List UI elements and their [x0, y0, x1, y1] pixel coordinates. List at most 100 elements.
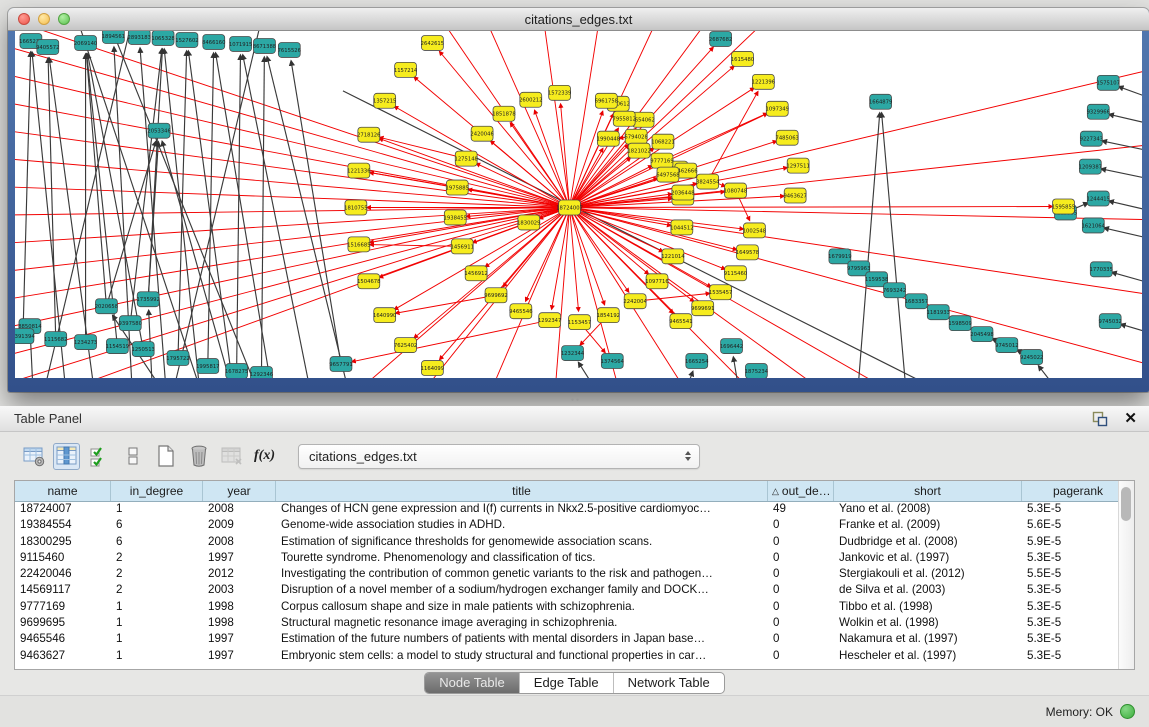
- select-all-button[interactable]: [86, 443, 113, 470]
- network-node-label: 8466160: [202, 40, 225, 46]
- table-row[interactable]: 1872400712008Changes of HCN gene express…: [15, 501, 1119, 517]
- table-cell: 9777169: [15, 599, 111, 615]
- network-edge: [570, 207, 1142, 375]
- network-edge: [855, 113, 880, 378]
- tab-edge-table[interactable]: Edge Table: [519, 673, 613, 693]
- show-columns-button[interactable]: [53, 443, 80, 470]
- network-node-label: 1244415: [1087, 196, 1110, 202]
- network-edge: [393, 207, 570, 378]
- network-edge: [15, 207, 570, 365]
- table-row[interactable]: 946554611997Estimation of the future num…: [15, 631, 1119, 647]
- network-node-label: 7615526: [278, 48, 302, 54]
- network-edge: [86, 54, 106, 306]
- table-row[interactable]: 969969511998Structural magnetic resonanc…: [15, 615, 1119, 631]
- table-cell: Corpus callosum shape and size in male p…: [276, 599, 768, 615]
- network-node-label: 1297511: [786, 163, 809, 169]
- network-node-label: 9699691: [691, 306, 714, 312]
- network-edge: [1102, 141, 1142, 153]
- table-cell: 5.3E-5: [1022, 615, 1119, 631]
- table-cell: Estimation of the future numbers of pati…: [276, 631, 768, 647]
- table-row[interactable]: 1456911722003Disruption of a novel membe…: [15, 582, 1119, 598]
- window-title: citations_edges.txt: [8, 12, 1149, 27]
- table-cell: 1997: [203, 631, 276, 647]
- delete-column-button[interactable]: [185, 443, 212, 470]
- table-cell: 0: [768, 550, 834, 566]
- table-row[interactable]: 911546021997Tourette syndrome. Phenomeno…: [15, 550, 1119, 566]
- network-node-label: 1456912: [464, 271, 487, 277]
- table-cell: Changes of HCN gene expression and I(f) …: [276, 501, 768, 517]
- table-cell: 0: [768, 615, 834, 631]
- column-header-out_de[interactable]: △out_de…: [768, 481, 834, 501]
- network-node-label: 7625402: [394, 343, 417, 349]
- tab-node-table[interactable]: Node Table: [425, 673, 519, 693]
- minimize-window-button[interactable]: [38, 13, 50, 25]
- network-node-label: 2242004: [623, 299, 647, 305]
- network-node-label: 1770335: [1090, 267, 1113, 273]
- column-header-name[interactable]: name: [15, 481, 111, 501]
- table-cell: 0: [768, 517, 834, 533]
- table-cell: 1998: [203, 599, 276, 615]
- network-node-label: 18724007: [556, 205, 583, 211]
- column-header-in_degree[interactable]: in_degree: [111, 481, 203, 501]
- table-cell: Disruption of a novel member of a sodium…: [276, 582, 768, 598]
- network-node-label: 1504678: [357, 279, 380, 285]
- table-cell: 5.9E-5: [1022, 534, 1119, 550]
- panel-splitter[interactable]: [0, 392, 1149, 406]
- network-node-label: 1221396: [752, 80, 776, 86]
- network-node-label: 1115682: [44, 337, 67, 343]
- column-header-short[interactable]: short: [834, 481, 1022, 501]
- table-row[interactable]: 1938455462009Genome-wide association stu…: [15, 517, 1119, 533]
- network-node-label: 1975885: [446, 185, 469, 191]
- network-node-label: 1598509: [948, 321, 971, 327]
- table-row[interactable]: 977716911998Corpus callosum shape and si…: [15, 599, 1119, 615]
- network-node-label: 9463627: [783, 193, 806, 199]
- table-cell: 9699695: [15, 615, 111, 631]
- network-node-label: 1854192: [597, 313, 620, 319]
- network-node-label: 1990448: [597, 137, 620, 143]
- function-builder-button[interactable]: f(x): [251, 443, 278, 470]
- table-cell: 5.3E-5: [1022, 550, 1119, 566]
- close-window-button[interactable]: [18, 13, 30, 25]
- table-cell: Stergiakouli et al. (2012): [834, 566, 1022, 582]
- float-panel-icon[interactable]: [1091, 410, 1108, 427]
- network-node-label: 1678275: [225, 369, 248, 375]
- status-bar: Memory: OK: [0, 695, 1149, 727]
- table-cell: 2008: [203, 534, 276, 550]
- network-node-label: 1640990: [373, 313, 396, 319]
- table-cell: 0: [768, 631, 834, 647]
- table-scrollbar[interactable]: [1118, 481, 1134, 669]
- tab-network-table[interactable]: Network Table: [613, 673, 724, 693]
- table-row[interactable]: 2242004622012Investigating the contribut…: [15, 566, 1119, 582]
- table-cell: Investigating the contribution of common…: [276, 566, 768, 582]
- network-node-label: 1071915: [229, 42, 252, 48]
- network-canvas[interactable]: 1665233940557220691401894561289318310653…: [15, 31, 1142, 378]
- network-node-label: 6961758: [595, 99, 618, 105]
- network-edge: [162, 141, 243, 378]
- table-cell: 1: [111, 501, 203, 517]
- network-node-label: 1357215: [373, 99, 396, 105]
- network-node-label: 1516685: [347, 242, 370, 248]
- table-cell: 49: [768, 501, 834, 517]
- table-cell: 2: [111, 550, 203, 566]
- table-row[interactable]: 946362711997Embryonic stem cells: a mode…: [15, 648, 1119, 664]
- table-cell: 2008: [203, 501, 276, 517]
- network-edge: [15, 36, 570, 208]
- network-node-label: 9777169: [650, 159, 673, 165]
- column-header-year[interactable]: year: [203, 481, 276, 501]
- scrollbar-thumb[interactable]: [1121, 487, 1131, 521]
- close-panel-icon[interactable]: ✕: [1124, 411, 1137, 426]
- table-mode-button[interactable]: [20, 443, 47, 470]
- table-selector[interactable]: citations_edges.txt: [298, 444, 700, 469]
- table-row[interactable]: 1830029562008Estimation of significance …: [15, 534, 1119, 550]
- selection-boxes-button[interactable]: [119, 443, 146, 470]
- network-window-titlebar[interactable]: citations_edges.txt: [8, 8, 1149, 31]
- column-header-title[interactable]: title: [276, 481, 768, 501]
- network-edge: [570, 207, 1053, 208]
- zoom-window-button[interactable]: [58, 13, 70, 25]
- network-node-label: 2020658: [95, 304, 118, 310]
- delete-table-button[interactable]: [218, 443, 245, 470]
- table-cell: de Silva et al. (2003): [834, 582, 1022, 598]
- create-column-button[interactable]: [152, 443, 179, 470]
- network-node-label: 1374564: [601, 359, 625, 365]
- table-cell: Tibbo et al. (1998): [834, 599, 1022, 615]
